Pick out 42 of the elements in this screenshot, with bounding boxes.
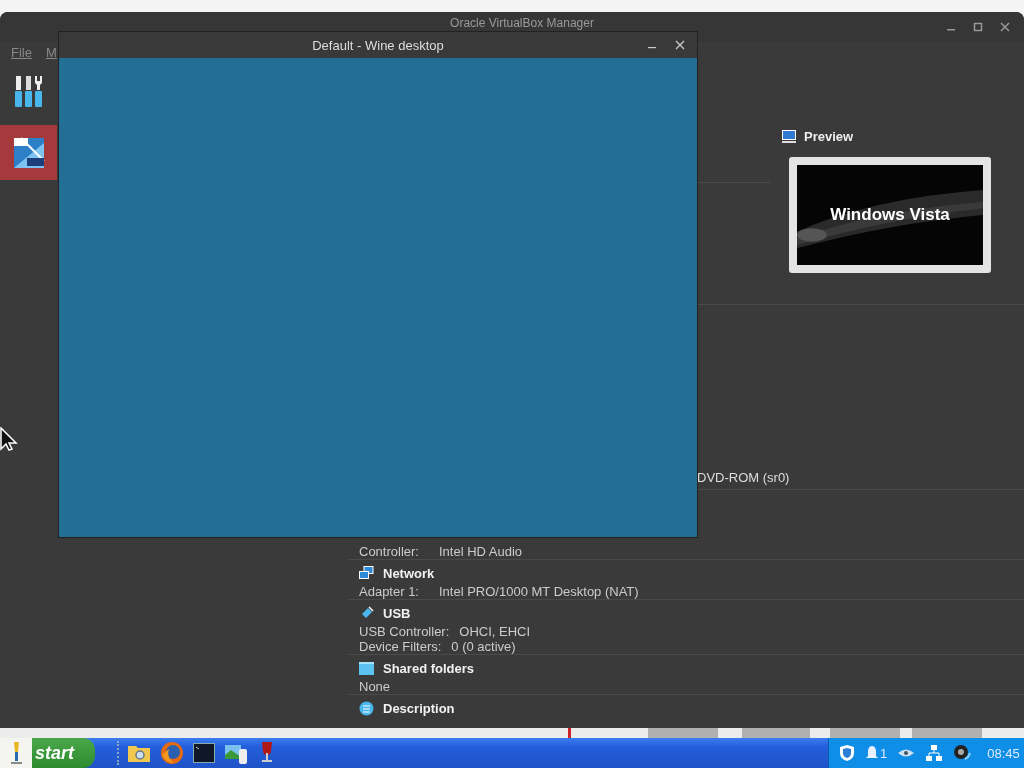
menu-item[interactable]: File — [11, 44, 32, 60]
network-icon — [359, 566, 374, 580]
bell-icon[interactable] — [865, 745, 879, 761]
list-icon — [359, 700, 374, 716]
menu-item[interactable]: M — [45, 44, 57, 60]
vm-list-item[interactable] — [0, 125, 57, 180]
detail-value: None — [359, 679, 391, 694]
terminal-icon[interactable] — [193, 743, 215, 763]
monitor-icon — [782, 129, 796, 143]
section-title: Network — [383, 565, 435, 581]
shield-icon[interactable] — [839, 744, 855, 762]
detail-value: DVD-ROM (sr0) — [697, 469, 790, 485]
speaker-icon[interactable] — [953, 744, 972, 762]
clock: 08:45 — [987, 745, 1020, 761]
detail-value: Intel PRO/1000 MT Desktop (NAT) — [439, 584, 639, 599]
section-title: Description — [383, 700, 455, 716]
window-title: Oracle VirtualBox Manager — [450, 16, 594, 30]
preview-text: Windows Vista — [830, 205, 950, 225]
lamp-icon — [0, 738, 32, 768]
tools-icon[interactable] — [13, 75, 44, 109]
notification-count: 1 — [880, 745, 888, 761]
folder-icon — [359, 661, 374, 675]
detail-value: OHCI, EHCI — [459, 624, 531, 639]
detail-label: Device Filters: — [359, 639, 442, 654]
detail-value: Intel HD Audio — [439, 544, 523, 559]
section-title: Shared folders — [383, 660, 475, 676]
globe-fox-icon[interactable] — [160, 741, 184, 765]
detail-label: USB Controller: — [359, 624, 450, 639]
mouse-pointer-icon — [0, 427, 18, 451]
os-logo-icon — [12, 136, 45, 169]
detail-value: 0 (0 active) — [451, 639, 516, 654]
network-icon[interactable] — [925, 744, 944, 762]
detail-label: Controller: — [359, 544, 420, 559]
start-button[interactable]: start — [0, 738, 95, 768]
section-title: USB — [383, 605, 411, 621]
detail-label: Adapter 1: — [359, 584, 420, 599]
close-icon[interactable] — [675, 40, 685, 50]
eye-icon[interactable] — [897, 748, 916, 758]
close-icon[interactable] — [1000, 22, 1010, 32]
window-title: Default - Wine desktop — [312, 37, 444, 53]
maximize-icon[interactable] — [973, 22, 983, 32]
section-title: Preview — [804, 128, 854, 144]
